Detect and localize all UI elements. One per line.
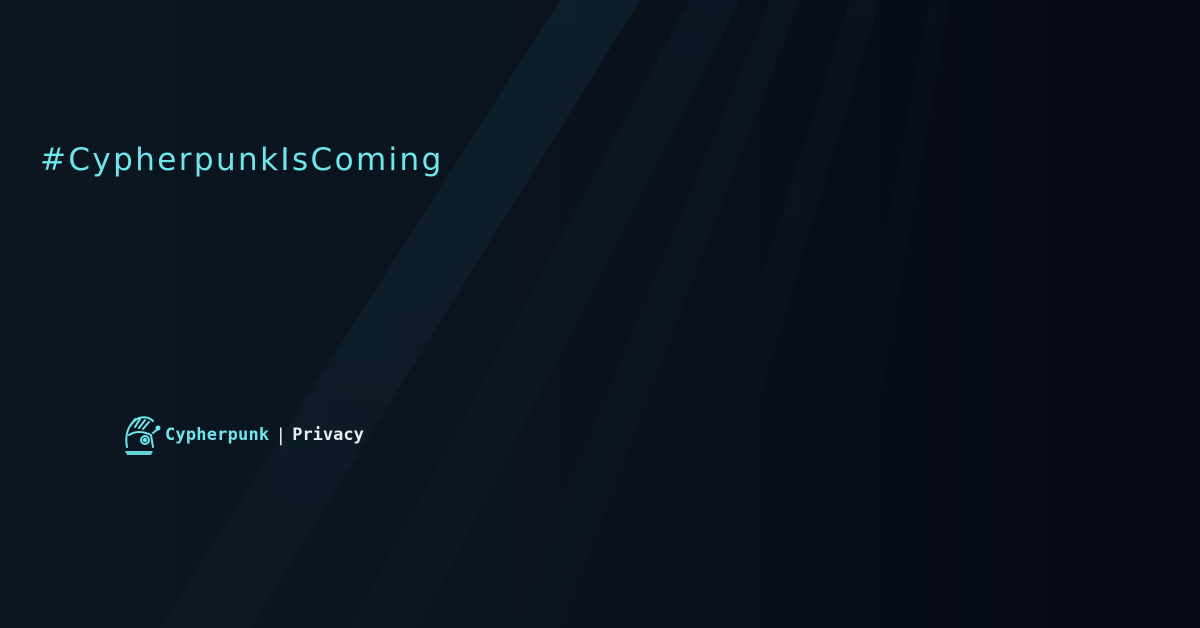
campaign-hashtag: #CypherpunkIsComing (40, 142, 444, 178)
brand-tagline: Privacy (292, 425, 364, 445)
cypherpunk-helmet-logo-icon (125, 416, 161, 455)
brand-separator: | (275, 424, 287, 446)
brand-name: Cypherpunk (165, 425, 270, 445)
brand-lockup[interactable]: Cypherpunk | Privacy (121, 413, 364, 457)
background-light-rays (160, 0, 950, 628)
banner: #CypherpunkIsComing Cypherpunk | Privacy (0, 0, 1200, 628)
